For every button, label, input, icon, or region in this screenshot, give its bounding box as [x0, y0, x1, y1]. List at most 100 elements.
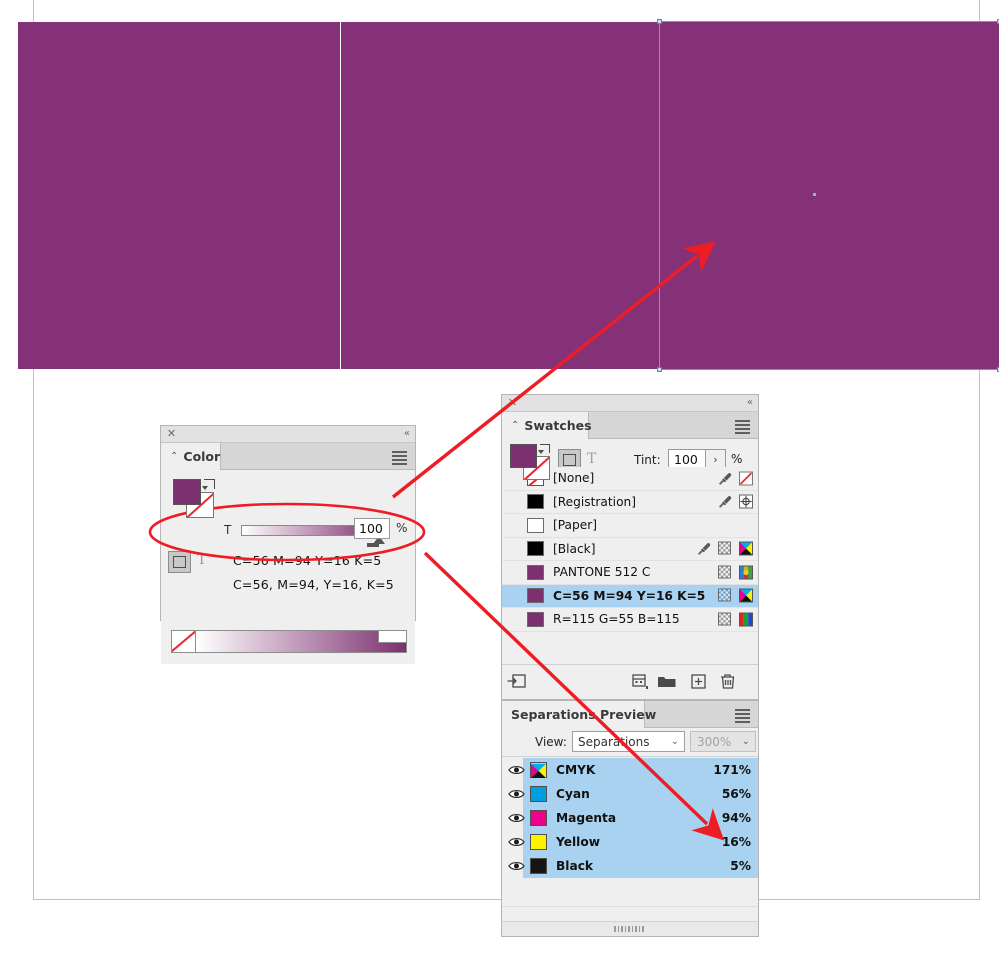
- view-mode-select[interactable]: Separations ⌄: [572, 731, 685, 752]
- separation-row[interactable]: Cyan 56%: [502, 782, 758, 806]
- swatches-panel-menu-icon[interactable]: [735, 420, 750, 434]
- color-panel[interactable]: ✕ « ⌃ Color T 100 % T C=56 M=94 Y=16 K=5…: [160, 425, 416, 664]
- formatting-affects-text-icon[interactable]: T: [587, 451, 596, 467]
- separation-row[interactable]: CMYK 171%: [502, 758, 758, 782]
- swatch-color-chip[interactable]: [527, 564, 544, 580]
- color-panel-menu-icon[interactable]: [392, 451, 407, 465]
- fill-proxy-swatch[interactable]: [510, 444, 537, 468]
- none-swatch-icon[interactable]: [172, 631, 196, 652]
- view-mode-value: Separations: [578, 735, 650, 749]
- separation-ink-percent: 94%: [721, 811, 751, 825]
- swatches-panel-tabrow: ⌃ Swatches: [502, 412, 758, 439]
- document-canvas[interactable]: [0, 0, 999, 965]
- tint-checker-icon[interactable]: [717, 588, 733, 603]
- separation-row[interactable]: Yellow 16%: [502, 830, 758, 854]
- close-icon[interactable]: ✕: [507, 397, 518, 408]
- eyedropper-icon[interactable]: [696, 541, 712, 556]
- swatches-panel[interactable]: ✕ « ⌃ Swatches T Tint: 100 › % [None] [Re…: [501, 394, 759, 700]
- separation-color-chip: [530, 786, 547, 802]
- swatch-name: [Black]: [553, 541, 596, 556]
- registration-target-icon[interactable]: [738, 494, 754, 509]
- swatch-row[interactable]: C=56 M=94 Y=16 K=5: [502, 584, 758, 608]
- separation-row[interactable]: Black 5%: [502, 854, 758, 878]
- document-page-middle[interactable]: [341, 22, 659, 369]
- swatch-color-chip[interactable]: [527, 517, 544, 533]
- tint-checker-icon[interactable]: [717, 612, 733, 627]
- swatch-row[interactable]: PANTONE 512 C: [502, 561, 758, 585]
- rgb-process-icon[interactable]: [738, 612, 754, 627]
- color-value-primary: C=56 M=94 Y=16 K=5: [233, 553, 382, 568]
- selection-handle-bl[interactable]: [657, 367, 662, 372]
- swatch-row[interactable]: [Paper]: [502, 514, 758, 538]
- swatch-row[interactable]: [Black]: [502, 538, 758, 561]
- close-icon[interactable]: ✕: [166, 428, 177, 439]
- color-panel-titlebar: ✕ «: [161, 426, 415, 443]
- eyedropper-icon[interactable]: [717, 494, 733, 509]
- tint-slider-thumb-base[interactable]: [367, 543, 379, 547]
- eye-visibility-icon[interactable]: [508, 860, 525, 872]
- eye-visibility-icon[interactable]: [508, 812, 525, 824]
- ink-limit-zoom-select[interactable]: 300% ⌄: [690, 731, 756, 752]
- separation-name: Cyan: [556, 787, 590, 801]
- selection-handle-tl[interactable]: [657, 19, 662, 24]
- none-slash-icon[interactable]: [738, 471, 754, 486]
- tint-value-input[interactable]: 100: [354, 518, 390, 539]
- eye-visibility-icon[interactable]: [508, 788, 525, 800]
- view-label: View:: [535, 735, 567, 749]
- fill-proxy-swatch[interactable]: [173, 479, 201, 505]
- cmyk-process-icon[interactable]: [738, 588, 754, 603]
- color-spectrum-bar[interactable]: [171, 630, 407, 653]
- separations-preview-panel[interactable]: Separations Preview View: Separations ⌄ …: [501, 700, 759, 937]
- document-page-left[interactable]: [18, 22, 340, 369]
- separations-list[interactable]: CMYK 171% Cyan 56% Magenta 94% Yellow 16% Black 5…: [502, 758, 758, 878]
- separation-visibility-toggle[interactable]: [506, 836, 527, 848]
- separation-name: Magenta: [556, 811, 617, 825]
- separation-visibility-toggle[interactable]: [506, 788, 527, 800]
- separation-name: Black: [556, 859, 594, 873]
- swatch-name: [Registration]: [553, 494, 637, 509]
- swatch-color-chip[interactable]: [527, 494, 544, 510]
- collapse-panel-icon[interactable]: «: [404, 428, 410, 439]
- separation-row[interactable]: Magenta 94%: [502, 806, 758, 830]
- formatting-affects-container-icon[interactable]: [168, 551, 191, 573]
- spot-color-icon[interactable]: [738, 565, 754, 580]
- tab-color[interactable]: ⌃ Color: [161, 443, 221, 470]
- swatch-row[interactable]: R=115 G=55 B=115: [502, 608, 758, 632]
- eye-visibility-icon[interactable]: [508, 836, 525, 848]
- tint-checker-icon[interactable]: [717, 565, 733, 580]
- collapse-panel-icon[interactable]: «: [747, 397, 753, 408]
- eye-visibility-icon[interactable]: [508, 764, 525, 776]
- cmyk-process-icon[interactable]: [738, 541, 754, 556]
- swatch-color-chip[interactable]: [527, 541, 544, 557]
- separation-ink-percent: 5%: [730, 859, 751, 873]
- formatting-affects-text-icon[interactable]: T: [197, 552, 206, 568]
- selection-bounding-box[interactable]: [657, 19, 999, 372]
- paper-swatch-icon[interactable]: [378, 631, 406, 643]
- swatch-color-chip[interactable]: [527, 588, 544, 604]
- chevron-updown-icon: ⌃: [170, 450, 179, 462]
- separations-panel-tabrow: Separations Preview: [502, 701, 758, 728]
- tab-separations-preview[interactable]: Separations Preview: [502, 701, 656, 728]
- delete-swatch-icon: [721, 674, 735, 689]
- tint-label: Tint:: [634, 453, 661, 467]
- swap-fill-stroke-icon[interactable]: [538, 444, 550, 454]
- separation-visibility-toggle[interactable]: [506, 860, 527, 872]
- separation-visibility-toggle[interactable]: [506, 812, 527, 824]
- separations-empty-area: [502, 878, 758, 907]
- separation-color-chip: [530, 834, 547, 850]
- page-divider-1: [340, 22, 341, 369]
- separation-visibility-toggle[interactable]: [506, 764, 527, 776]
- separation-ink-percent: 16%: [721, 835, 751, 849]
- swatch-row[interactable]: [Registration]: [502, 491, 758, 514]
- swatch-color-chip[interactable]: [527, 611, 544, 627]
- separations-panel-menu-icon[interactable]: [735, 709, 750, 723]
- panel-resize-grip[interactable]: [502, 921, 758, 936]
- fill-stroke-proxy[interactable]: [173, 479, 217, 519]
- tint-checker-icon[interactable]: [717, 541, 733, 556]
- tab-swatches[interactable]: ⌃ Swatches: [502, 412, 592, 439]
- swatches-list[interactable]: [None] [Registration] [Paper] [Black] PANTON…: [502, 467, 758, 632]
- spectrum-ramp[interactable]: [196, 631, 406, 652]
- new-swatch-folder-icon: [658, 677, 676, 687]
- eyedropper-icon[interactable]: [717, 471, 733, 486]
- swap-fill-stroke-icon[interactable]: [202, 479, 215, 490]
